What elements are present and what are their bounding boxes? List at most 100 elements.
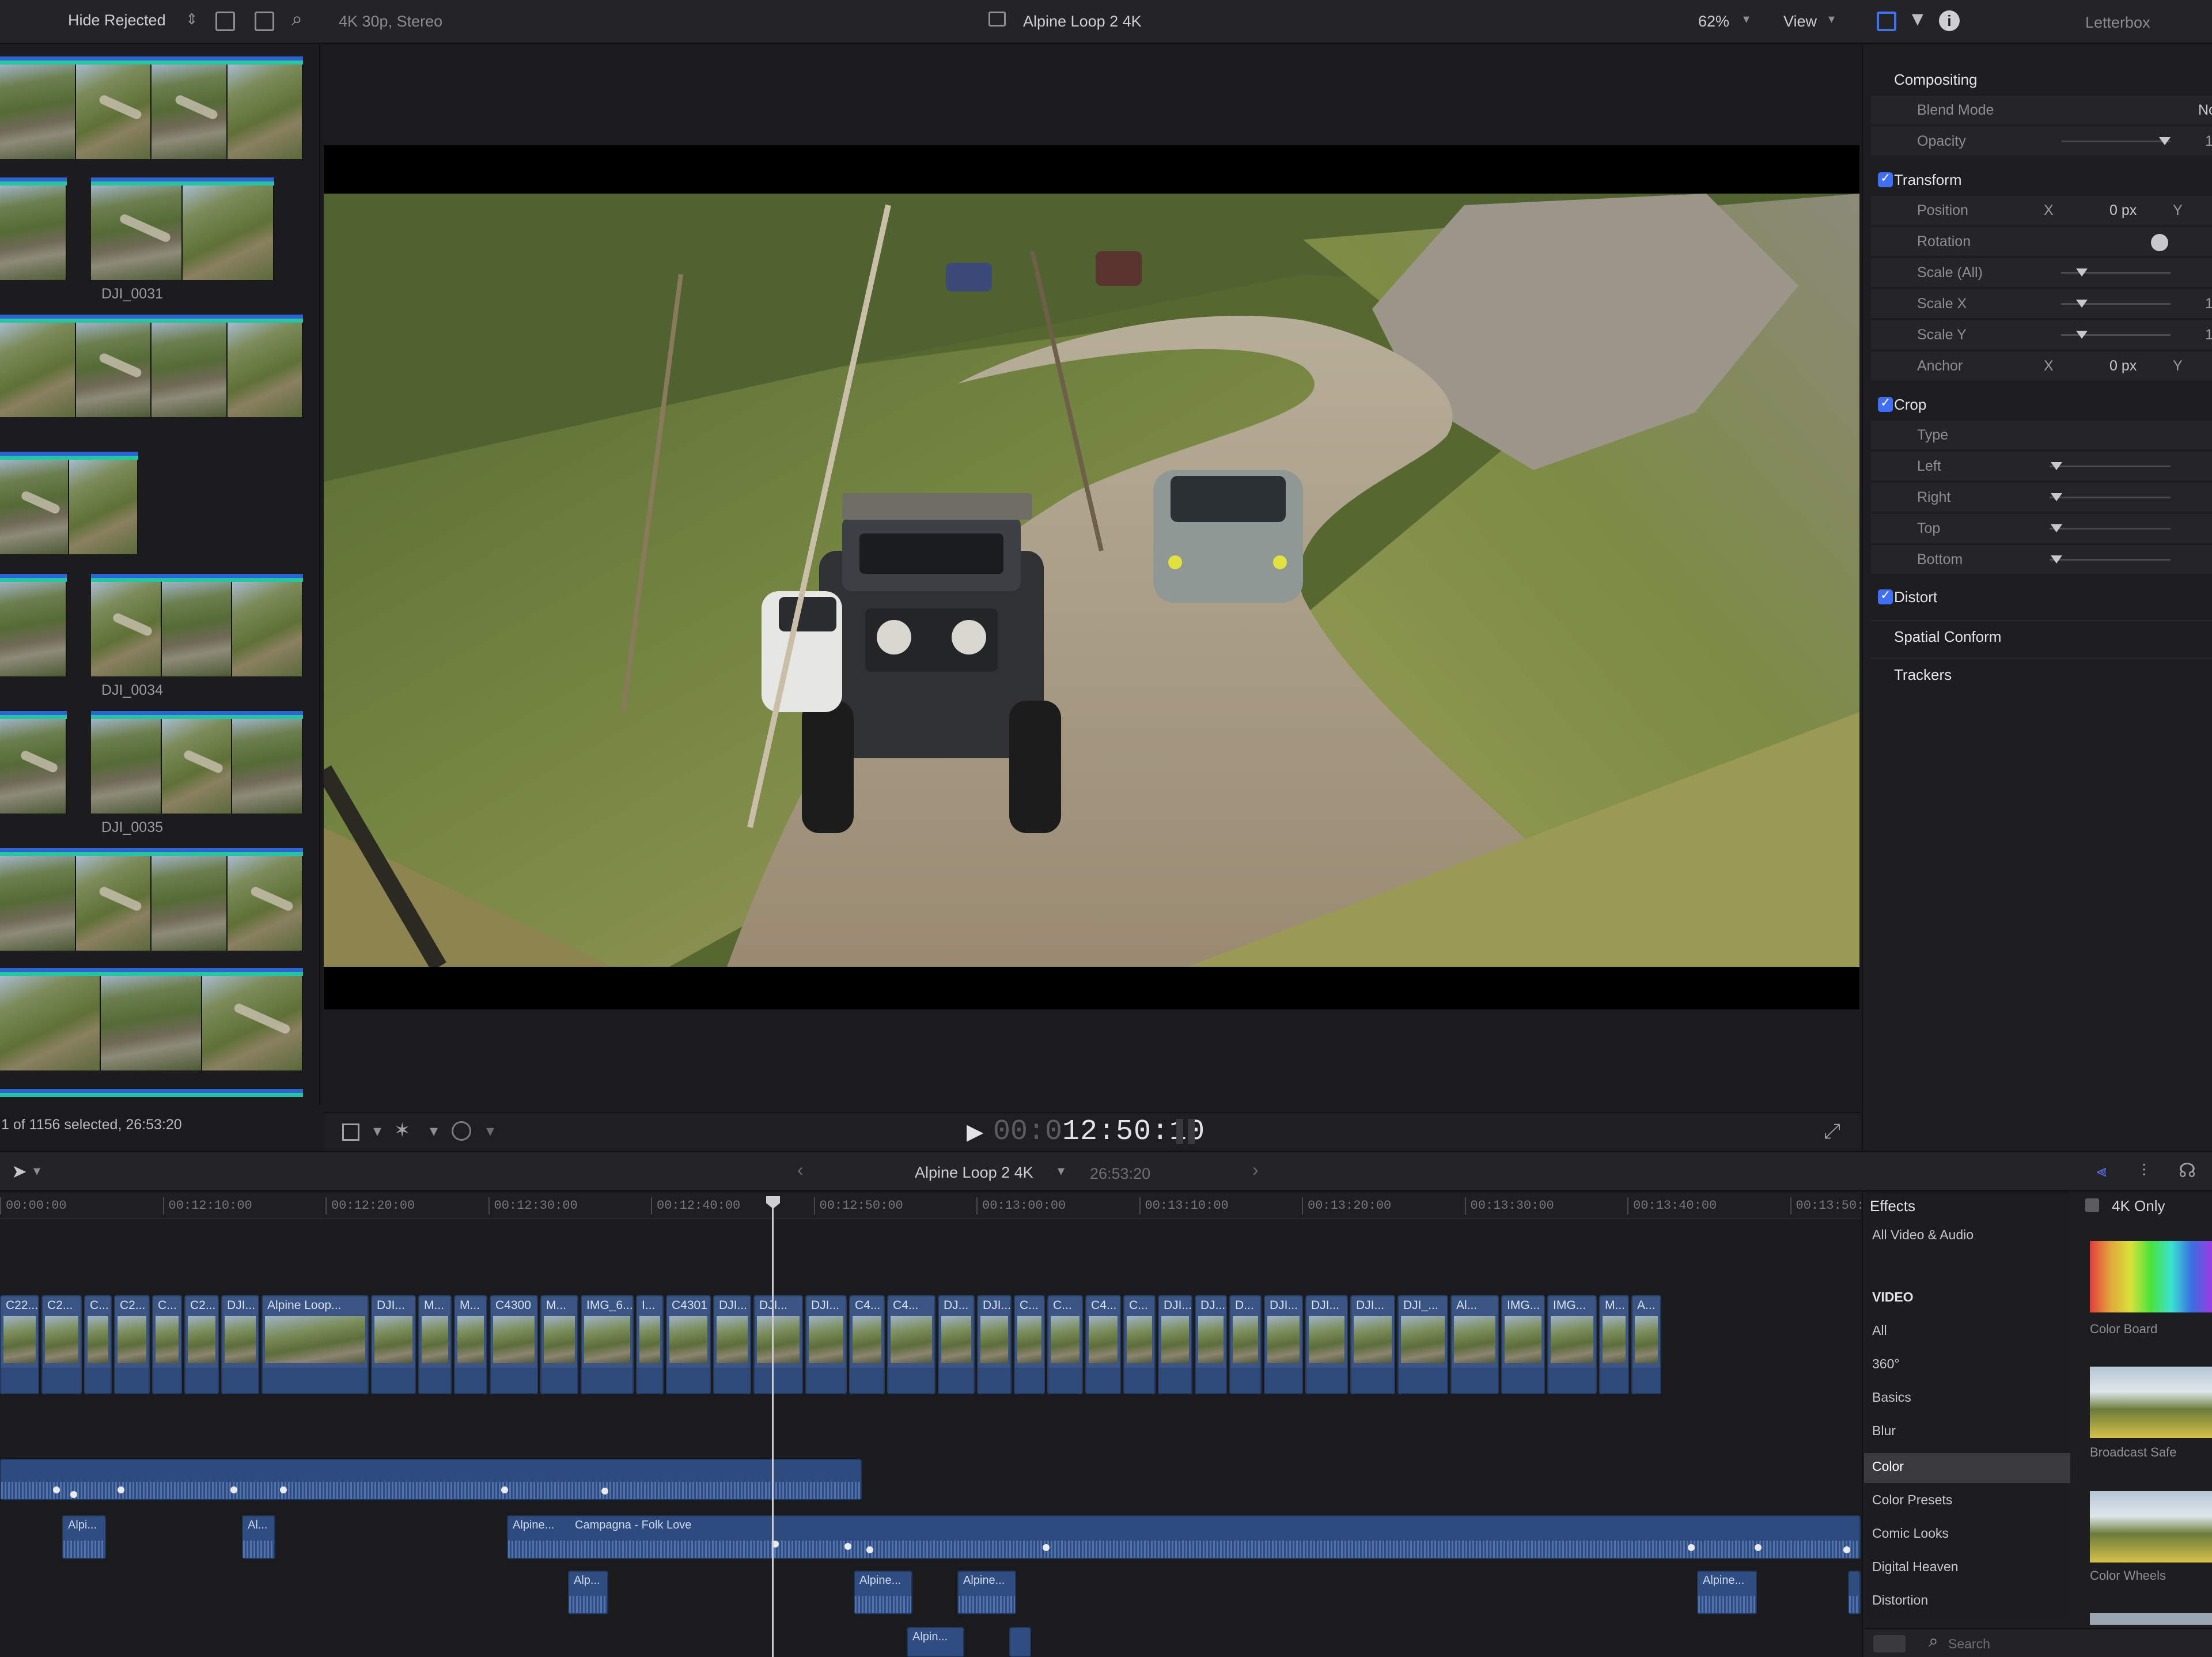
effect-thumb[interactable] (2090, 1613, 2212, 1625)
timeline-clip[interactable]: IMG... (1501, 1295, 1545, 1394)
crop-top-row[interactable]: Top (1871, 513, 2212, 543)
timeline-clip[interactable]: C2... (41, 1295, 82, 1394)
transform-icon[interactable] (342, 1123, 359, 1141)
compositing-section[interactable]: Compositing (1871, 63, 2212, 96)
crop-right-row[interactable]: Right (1871, 482, 2212, 512)
checkbox[interactable] (1878, 588, 1893, 604)
zoom-menu[interactable]: 62% (1698, 13, 1729, 31)
timeline-clip[interactable]: DJI... (371, 1295, 416, 1394)
timeline-clip[interactable]: DJI... (1158, 1295, 1192, 1394)
anchor-row[interactable]: Anchor X 0 px Y (1871, 350, 2212, 380)
effects-category-item[interactable]: All Video & Audio (1872, 1227, 1974, 1243)
timeline-clip[interactable]: C... (1123, 1295, 1156, 1394)
audio-clip[interactable]: Al... (242, 1515, 275, 1559)
timeline-clip[interactable]: DJI... (1350, 1295, 1395, 1394)
music-clip[interactable]: Alpine... Campagna - Folk Love (507, 1515, 1861, 1559)
timeline-clip[interactable]: C... (84, 1295, 112, 1394)
primary-storyline[interactable]: C22... C2... C... C2... C... C2... DJI... Alpin… (0, 1295, 1861, 1394)
audio-clip[interactable]: Alp... (568, 1571, 608, 1614)
audio-clip[interactable]: Alpine... (957, 1571, 1016, 1614)
clip-filmstrip[interactable] (0, 848, 303, 951)
timeline-clip[interactable]: M... (540, 1295, 578, 1394)
crop-type-row[interactable]: Type (1871, 419, 2212, 449)
skimming-icon[interactable]: ⫷ (2097, 1162, 2107, 1181)
effects-category-item[interactable]: 360° (1872, 1356, 1900, 1372)
checkbox[interactable] (2085, 1198, 2099, 1212)
timeline-clip[interactable]: C2... (184, 1295, 219, 1394)
timeline-clip[interactable]: C4... (849, 1295, 885, 1394)
effect-thumb-broadcast-safe[interactable] (2090, 1367, 2212, 1438)
effects-category-item[interactable]: Color (1872, 1459, 1904, 1474)
timeline-clip[interactable]: DJI... (1264, 1295, 1303, 1394)
audio-clip[interactable] (1848, 1571, 1861, 1614)
clip-filmstrip[interactable] (0, 968, 303, 1070)
slider-knob[interactable] (2051, 493, 2062, 501)
select-tool-icon[interactable]: ➤ (12, 1160, 27, 1182)
keyframe[interactable] (230, 1486, 237, 1493)
timeline-clip[interactable]: C4301 (666, 1295, 711, 1394)
audio-clip[interactable]: Alpine... (854, 1571, 912, 1614)
headphones-icon[interactable]: ☊ (2179, 1159, 2196, 1182)
opacity-row[interactable]: Opacity 1 (1871, 126, 2212, 156)
timeline-clip[interactable]: IMG_6... (581, 1295, 634, 1394)
view-menu[interactable]: View (1783, 13, 1817, 31)
chevron-down-icon[interactable]: ▾ (33, 1163, 40, 1179)
timeline-clip[interactable]: C... (152, 1295, 182, 1394)
viewer-frame[interactable] (324, 194, 1859, 967)
timeline-clip[interactable]: DJI... (805, 1295, 847, 1394)
effect-thumb-color-wheels[interactable] (2090, 1491, 2212, 1563)
sidebar-toggle-icon[interactable] (1873, 1635, 1906, 1652)
effect-thumb-color-board[interactable] (2090, 1241, 2212, 1312)
keyframe[interactable] (70, 1491, 77, 1498)
timecode[interactable]: 00:012:50:10 (993, 1115, 1205, 1148)
hide-rejected-menu[interactable]: Hide Rejected (68, 12, 166, 29)
timeline-clip[interactable]: DJI... (1305, 1295, 1348, 1394)
scale-y-value[interactable]: 1 (2205, 327, 2212, 343)
chevron-down-icon[interactable]: ▾ (373, 1121, 381, 1140)
effects-category-item[interactable]: Blur (1872, 1423, 1896, 1439)
timeline-clip[interactable]: I... (636, 1295, 664, 1394)
clip-filmstrip[interactable] (0, 177, 67, 280)
effects-category-item[interactable]: Color Presets (1872, 1492, 1952, 1508)
audio-clip[interactable]: Alpine... (1697, 1571, 1757, 1614)
position-x-value[interactable]: 0 px (2109, 202, 2137, 219)
filmstrip-icon[interactable] (255, 12, 274, 31)
opacity-slider[interactable] (2061, 141, 2171, 142)
keyframe[interactable] (844, 1543, 851, 1550)
effects-category-item[interactable]: Basics (1872, 1390, 1911, 1405)
clip-filmstrip[interactable] (0, 711, 67, 814)
video-inspector-icon[interactable] (1877, 12, 1896, 31)
timeline-clip[interactable]: Al... (1450, 1295, 1499, 1394)
clip-filmstrip[interactable] (0, 56, 303, 159)
anchor-x-value[interactable]: 0 px (2109, 358, 2137, 374)
timeline-clip[interactable]: DJI... (753, 1295, 803, 1394)
slider-knob[interactable] (2076, 300, 2088, 308)
timeline-project-name[interactable]: Alpine Loop 2 4K (915, 1164, 1033, 1182)
slider-knob[interactable] (2159, 137, 2171, 145)
info-icon[interactable]: i (1939, 10, 1960, 31)
timeline[interactable] (0, 1193, 1861, 1657)
timeline-clip[interactable]: M... (418, 1295, 452, 1394)
crop-bottom-row[interactable]: Bottom (1871, 544, 2212, 574)
effects-category-item[interactable]: All (1872, 1323, 1887, 1338)
transform-section[interactable]: Transform (1871, 164, 2212, 196)
keyframe[interactable] (1755, 1544, 1762, 1551)
clip-filmstrip[interactable] (0, 452, 138, 554)
scale-x-row[interactable]: Scale X 1 (1871, 288, 2212, 318)
timeline-clip[interactable]: DJ... (1195, 1295, 1227, 1394)
timeline-clip[interactable]: M... (454, 1295, 487, 1394)
effects-category-item[interactable]: Digital Heaven (1872, 1559, 1959, 1575)
keyframe[interactable] (501, 1486, 508, 1493)
clip-filmstrip[interactable] (0, 574, 67, 676)
timeline-clip[interactable]: DJ... (938, 1295, 975, 1394)
crop-left-slider[interactable] (2050, 466, 2171, 467)
clip-filmstrip[interactable] (91, 574, 303, 676)
distort-section[interactable]: Distort (1871, 581, 2212, 613)
effects-category-item[interactable]: Distortion (1872, 1592, 1928, 1608)
blend-mode-row[interactable]: Blend Mode No (1871, 94, 2212, 124)
timeline-clip[interactable]: DJI... (713, 1295, 751, 1394)
keyframe[interactable] (118, 1486, 124, 1493)
blend-mode-value[interactable]: No (2198, 102, 2212, 119)
timeline-clip[interactable]: C... (1047, 1295, 1083, 1394)
timeline-clip[interactable]: C4... (887, 1295, 935, 1394)
